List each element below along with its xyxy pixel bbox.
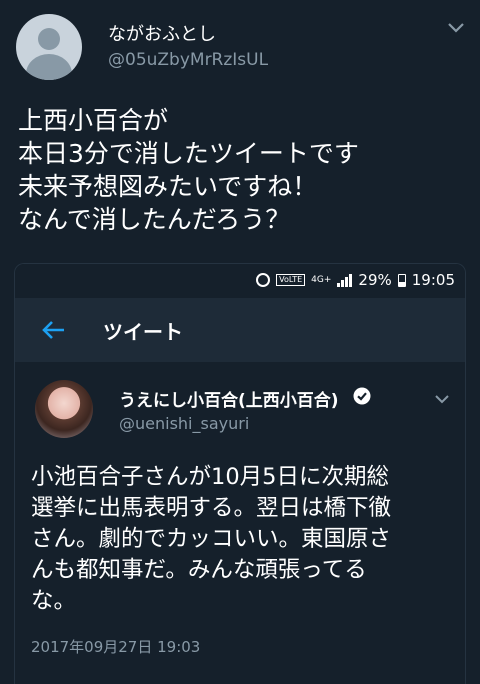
volte-icon: VoLTE <box>276 274 306 286</box>
tweet-text: 小池百合子さんが10月5日に次期総 選挙に出馬表明する。翌日は橋下徹 さん。劇的… <box>31 462 461 617</box>
tweet-text-line: んも都知事だ。みんな頑張ってる <box>31 557 367 583</box>
tweet-text-line: 選挙に出馬表明する。翌日は橋下徹 <box>31 495 392 521</box>
status-clock: 19:05 <box>411 271 455 289</box>
tweet-text-line: さん。劇的でカッコいい。東国原さ <box>31 526 392 552</box>
status-bar: VoLTE 4G+ 29% 19:05 <box>15 264 465 296</box>
tweet-text-line: 上西小百合が <box>18 106 169 135</box>
timestamp: 2017年09月27日 19:03 <box>31 638 201 656</box>
page-title: ツイート <box>103 320 183 344</box>
arrow-left-icon[interactable] <box>41 318 67 342</box>
verified-badge-icon <box>353 387 371 405</box>
inner-tweet: うえにし小百合(上西小百合) @uenishi_sayuri 小池百合子さんが1… <box>15 370 465 684</box>
user-handle[interactable]: @05uZbyMrRzIsUL <box>108 50 268 70</box>
signal-icon <box>337 273 353 287</box>
app-bar: ツイート <box>15 298 465 362</box>
tweet-text-line: な。 <box>31 588 77 614</box>
display-name[interactable]: うえにし小百合(上西小百合) <box>119 386 339 411</box>
tweet-text: 上西小百合が 本日3分で消したツイートです 未来予想図みたいですね！ なんで消し… <box>18 104 468 236</box>
tweet-text-line: なんで消したんだろう？ <box>18 205 291 234</box>
avatar[interactable] <box>35 380 93 438</box>
avatar[interactable] <box>16 14 82 80</box>
user-handle[interactable]: @uenishi_sayuri <box>119 414 249 433</box>
tweet-header: ながおふとし @05uZbyMrRzIsUL <box>0 0 480 90</box>
alarm-icon <box>256 273 271 287</box>
attached-screenshot[interactable]: VoLTE 4G+ 29% 19:05 ツイート うえにし小百合(上西小百合) … <box>14 263 466 684</box>
network-label: 4G+ <box>311 274 332 285</box>
tweet-text-line: 小池百合子さんが10月5日に次期総 <box>31 464 389 490</box>
default-profile-icon <box>38 28 60 50</box>
chevron-down-icon[interactable] <box>446 20 466 36</box>
battery-icon <box>397 273 406 287</box>
chevron-down-icon[interactable] <box>433 392 451 406</box>
display-name[interactable]: ながおふとし <box>108 20 216 46</box>
tweet-text-line: 未来予想図みたいですね！ <box>18 172 318 201</box>
battery-level: 29% <box>358 271 392 289</box>
tweet-text-line: 本日3分で消したツイートです <box>18 139 359 168</box>
